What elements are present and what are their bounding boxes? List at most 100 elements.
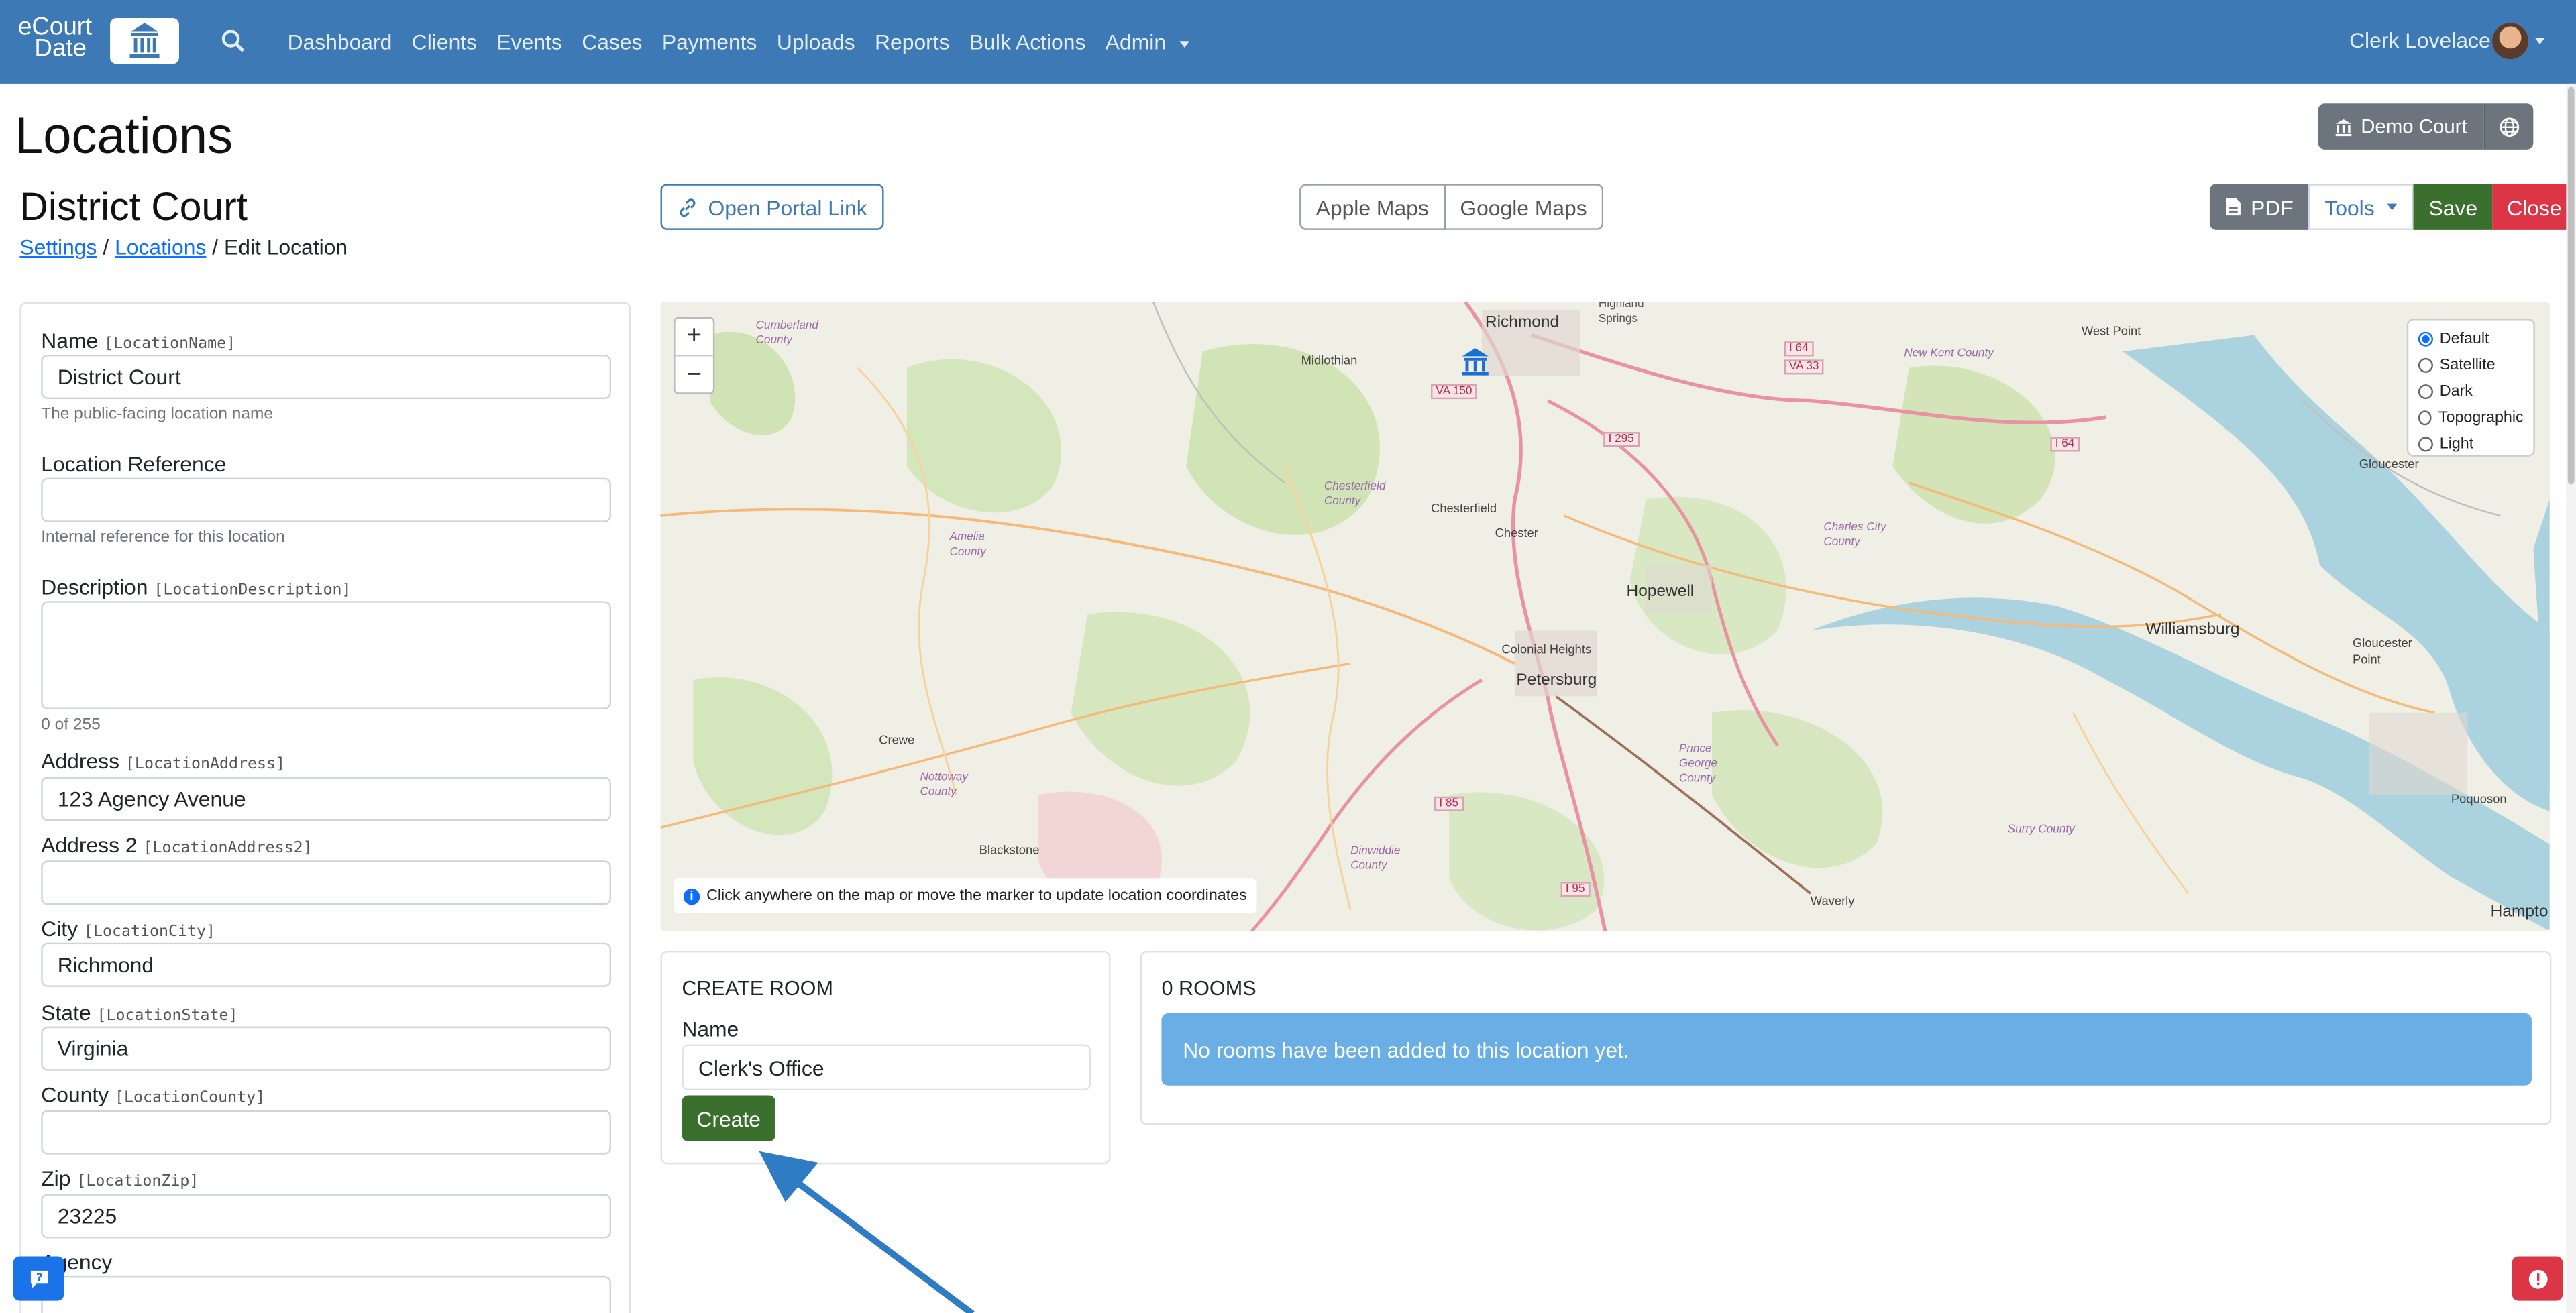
radio-icon[interactable] bbox=[2418, 384, 2433, 400]
tools-dropdown[interactable]: Tools bbox=[2308, 184, 2414, 230]
open-portal-link-button[interactable]: Open Portal Link bbox=[660, 184, 884, 230]
name-input[interactable]: District Court bbox=[41, 354, 612, 400]
map-label-nottoway: Nottoway County bbox=[920, 772, 968, 799]
demo-court-button[interactable]: Demo Court bbox=[2318, 103, 2484, 150]
map-label-colonial-heights: Colonial Heights bbox=[1501, 642, 1592, 657]
nav-admin-label: Admin bbox=[1105, 30, 1167, 54]
chat-question-icon: ? bbox=[30, 1269, 48, 1288]
county-input[interactable] bbox=[41, 1110, 612, 1155]
radio-icon[interactable] bbox=[2418, 410, 2432, 425]
file-pdf-icon bbox=[2226, 198, 2241, 216]
google-maps-button[interactable]: Google Maps bbox=[1445, 184, 1604, 230]
reference-help: Internal reference for this location bbox=[41, 528, 285, 547]
create-room-title: CREATE ROOM bbox=[682, 977, 833, 1001]
help-chat-button[interactable]: ? bbox=[13, 1256, 64, 1301]
county-key: [LocationCounty] bbox=[115, 1088, 266, 1107]
scrollbar-thumb[interactable] bbox=[2567, 87, 2575, 485]
nav-uploads[interactable]: Uploads bbox=[777, 30, 855, 54]
breadcrumb-separator: / bbox=[212, 235, 219, 260]
avatar[interactable] bbox=[2492, 23, 2529, 60]
description-key: [LocationDescription] bbox=[154, 581, 352, 600]
nav-admin-dropdown[interactable]: Admin bbox=[1106, 30, 1189, 54]
reference-label: Location Reference bbox=[41, 451, 227, 477]
pdf-button[interactable]: PDF bbox=[2209, 184, 2308, 230]
address-input[interactable]: 123 Agency Avenue bbox=[41, 777, 612, 821]
state-label-text: State bbox=[41, 1000, 91, 1025]
map-label-west-point: West Point bbox=[2081, 323, 2141, 339]
radio-icon[interactable] bbox=[2418, 358, 2433, 374]
county-label: County [LocationCounty] bbox=[41, 1082, 265, 1107]
city-input[interactable]: Richmond bbox=[41, 942, 612, 987]
map-label-poquoson: Poquoson bbox=[2451, 791, 2507, 807]
layer-option-label: Topographic bbox=[2438, 408, 2524, 427]
close-button[interactable]: Close bbox=[2492, 184, 2576, 230]
address2-label-text: Address 2 bbox=[41, 832, 138, 858]
breadcrumb-settings[interactable]: Settings bbox=[19, 235, 97, 260]
layer-option-default[interactable]: Default bbox=[2418, 327, 2524, 353]
error-report-button[interactable] bbox=[2512, 1256, 2563, 1301]
room-name-label: Name bbox=[682, 1016, 739, 1041]
layer-option-light[interactable]: Light bbox=[2418, 431, 2524, 457]
save-button[interactable]: Save bbox=[2414, 184, 2493, 230]
map-tiles bbox=[660, 302, 2550, 931]
map-label-petersburg: Petersburg bbox=[1516, 671, 1597, 690]
address2-label: Address 2 [LocationAddress2] bbox=[41, 833, 312, 858]
map-zoom-control: + − bbox=[674, 317, 715, 394]
nav-bulk-actions[interactable]: Bulk Actions bbox=[969, 30, 1085, 54]
create-room-button[interactable]: Create bbox=[682, 1095, 776, 1142]
zoom-out-button[interactable]: − bbox=[676, 356, 713, 394]
page-scrollbar[interactable] bbox=[2566, 83, 2576, 1313]
address2-input[interactable] bbox=[41, 860, 612, 905]
description-textarea[interactable] bbox=[41, 601, 612, 709]
courthouse-logo-icon bbox=[110, 17, 179, 64]
map-label-waverly: Waverly bbox=[1810, 893, 1855, 909]
apple-maps-button[interactable]: Apple Maps bbox=[1299, 184, 1446, 230]
radio-icon[interactable] bbox=[2418, 436, 2433, 451]
reference-input[interactable] bbox=[41, 477, 612, 522]
address-key: [LocationAddress] bbox=[125, 755, 286, 774]
info-icon: i bbox=[683, 887, 700, 905]
location-map[interactable]: Richmond Midlothian Highland Springs New… bbox=[660, 302, 2550, 931]
city-label: City [LocationCity] bbox=[41, 917, 215, 941]
address-label-text: Address bbox=[41, 748, 120, 774]
nav-reports[interactable]: Reports bbox=[875, 30, 950, 54]
chevron-down-icon bbox=[1179, 40, 1189, 47]
shield-va150: VA 150 bbox=[1431, 384, 1477, 400]
map-label-highland-springs: Highland Springs bbox=[1598, 302, 1644, 325]
zoom-in-button[interactable]: + bbox=[675, 319, 713, 357]
nav-payments[interactable]: Payments bbox=[662, 30, 757, 54]
shield-i95: I 95 bbox=[1560, 882, 1590, 897]
nav-cases[interactable]: Cases bbox=[582, 30, 642, 54]
nav-events[interactable]: Events bbox=[496, 30, 561, 54]
room-name-input[interactable]: Clerk's Office bbox=[682, 1044, 1091, 1091]
globe-button[interactable] bbox=[2483, 103, 2533, 150]
map-label-gloucester: Gloucester bbox=[2359, 456, 2419, 471]
map-label-hampton: Hampto bbox=[2490, 903, 2548, 921]
nav-dashboard[interactable]: Dashboard bbox=[288, 30, 392, 54]
record-toolbar: PDF Tools Save Close bbox=[2209, 184, 2576, 230]
layer-option-dark[interactable]: Dark bbox=[2418, 379, 2524, 405]
create-room-card: CREATE ROOM Name Clerk's Office Create bbox=[660, 950, 1111, 1165]
shield-i85: I 85 bbox=[1434, 796, 1464, 811]
zip-input[interactable]: 23225 bbox=[41, 1194, 612, 1239]
map-label-richmond: Richmond bbox=[1485, 313, 1560, 332]
agency-input[interactable] bbox=[41, 1275, 612, 1313]
breadcrumb-locations[interactable]: Locations bbox=[115, 235, 206, 260]
state-label: State [LocationState] bbox=[41, 1000, 237, 1025]
chevron-down-icon[interactable] bbox=[2534, 38, 2545, 45]
courthouse-icon bbox=[2335, 118, 2352, 136]
layer-option-topographic[interactable]: Topographic bbox=[2418, 404, 2524, 431]
radio-selected-icon[interactable] bbox=[2418, 332, 2433, 347]
location-marker-icon[interactable] bbox=[1460, 347, 1490, 376]
layer-option-satellite[interactable]: Satellite bbox=[2418, 353, 2524, 379]
user-name[interactable]: Clerk Lovelace bbox=[2349, 28, 2491, 53]
map-label-dinwiddie: Dinwiddie County bbox=[1350, 846, 1401, 872]
nav-clients[interactable]: Clients bbox=[412, 30, 477, 54]
state-input[interactable]: Virginia bbox=[41, 1026, 612, 1071]
search-icon[interactable] bbox=[220, 28, 246, 54]
location-title: District Court bbox=[19, 185, 248, 230]
app-logo[interactable]: eCourt Date bbox=[18, 15, 179, 65]
main-nav: Dashboard Clients Events Cases Payments … bbox=[288, 0, 1189, 84]
layer-option-label: Dark bbox=[2439, 382, 2473, 401]
rooms-count-title: 0 ROOMS bbox=[1161, 977, 1256, 1001]
